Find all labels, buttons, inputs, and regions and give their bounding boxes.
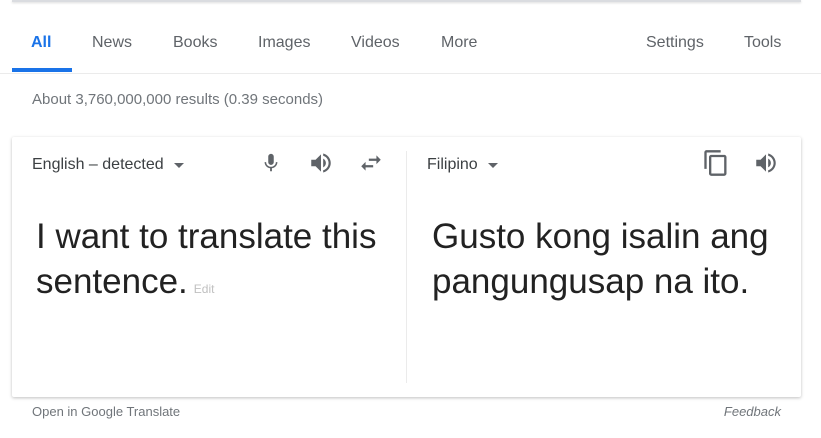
target-language-label: Filipino (427, 156, 478, 173)
result-stats: About 3,760,000,000 results (0.39 second… (32, 91, 324, 108)
copy-icon (702, 148, 730, 178)
speaker-icon (753, 150, 779, 176)
microphone-button[interactable] (256, 148, 286, 178)
source-language-label: English – detected (32, 156, 164, 173)
tab-videos[interactable]: Videos (351, 34, 400, 52)
copy-translation-button[interactable] (701, 148, 731, 178)
tab-more[interactable]: More (441, 34, 477, 52)
active-tab-indicator (12, 68, 72, 72)
tab-all[interactable]: All (31, 34, 51, 52)
chevron-down-icon (487, 162, 498, 168)
translated-text: Gusto kong isalin ang pangungusap na ito… (432, 217, 769, 301)
source-text[interactable]: I want to translate this sentence. Edit (36, 214, 386, 312)
edit-link[interactable]: Edit (194, 282, 215, 296)
listen-translation-button[interactable] (751, 148, 781, 178)
translate-card: English – detected I want to translate t… (12, 137, 801, 397)
chevron-down-icon (173, 162, 184, 168)
target-language-select[interactable]: Filipino (427, 156, 498, 174)
tab-images[interactable]: Images (258, 34, 310, 52)
tools-link[interactable]: Tools (744, 34, 781, 52)
source-language-select[interactable]: English – detected (32, 156, 184, 174)
search-tabs-bar: All News Books Images Videos More Settin… (0, 0, 821, 74)
tab-news[interactable]: News (92, 34, 132, 52)
tab-books[interactable]: Books (173, 34, 217, 52)
swap-languages-button[interactable] (356, 148, 386, 178)
settings-link[interactable]: Settings (646, 34, 704, 52)
microphone-icon (260, 151, 282, 175)
panel-divider (406, 151, 407, 383)
swap-icon (358, 150, 384, 176)
open-in-google-translate-link[interactable]: Open in Google Translate (32, 404, 180, 419)
speaker-icon (308, 150, 334, 176)
feedback-link[interactable]: Feedback (724, 404, 781, 419)
listen-source-button[interactable] (306, 148, 336, 178)
